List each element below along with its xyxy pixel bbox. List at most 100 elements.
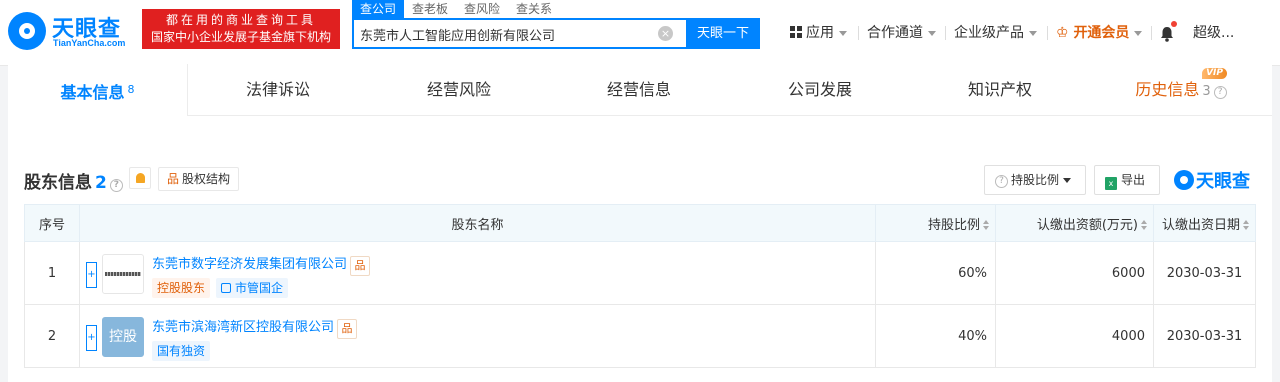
tab-history[interactable]: 历史信息 3? VIP <box>1091 64 1271 116</box>
tab-development[interactable]: 公司发展 <box>730 64 910 116</box>
col-amount-label: 认缴出资额(万元) <box>1036 217 1138 233</box>
org-chart-icon[interactable]: 品 <box>350 256 371 276</box>
nav-vip[interactable]: ♔ 开通会员 <box>1056 22 1143 44</box>
tab-history-count: 3 <box>1202 84 1211 99</box>
logo-eye-icon <box>1174 170 1194 190</box>
col-date[interactable]: 认缴出资日期 <box>1153 204 1256 242</box>
col-ratio[interactable]: 持股比例 <box>875 204 996 242</box>
help-icon[interactable]: ? <box>109 179 123 192</box>
promo-banner[interactable]: 都在用的商业查询工具 国家中小企业发展子基金旗下机构 <box>142 9 340 49</box>
equity-structure-label: 股权结构 <box>182 172 231 186</box>
tab-operations[interactable]: 经营信息 <box>549 64 729 116</box>
ratio-filter-dropdown[interactable]: ? 持股比例 <box>984 165 1086 195</box>
top-header: 天眼查 TianYanCha.com 都在用的商业查询工具 国家中小企业发展子基… <box>0 0 1280 66</box>
expand-button[interactable]: + <box>86 262 97 288</box>
shareholder-name[interactable]: 东莞市数字经济发展集团有限公司品 <box>152 253 371 276</box>
tag-state-owned: 市管国企 <box>216 278 289 298</box>
tab-search-company[interactable]: 查公司 <box>352 0 405 18</box>
tab-basic-info-count: 8 <box>127 83 135 96</box>
tab-ip[interactable]: 知识产权 <box>910 64 1090 116</box>
shareholder-link[interactable]: 东莞市滨海湾新区控股有限公司 <box>152 320 334 335</box>
nav-channel[interactable]: 合作通道 <box>867 22 936 44</box>
chevron-down-icon <box>1134 30 1143 36</box>
shareholder-name[interactable]: 东莞市滨海湾新区控股有限公司品 <box>152 316 358 339</box>
chevron-down-icon <box>1029 30 1037 36</box>
tab-search-relation[interactable]: 查关系 <box>508 0 560 18</box>
apps-grid-icon <box>790 26 802 38</box>
chevron-down-icon <box>1063 178 1072 183</box>
ratio-filter-label: 持股比例 <box>1011 173 1060 187</box>
tab-history-label: 历史信息 <box>1135 80 1200 99</box>
nav-vip-label: 开通会员 <box>1073 25 1130 41</box>
org-chart-icon: 品 <box>167 172 180 186</box>
tab-basic-info[interactable]: 基本信息 8 <box>8 64 188 116</box>
section-count: 2 <box>95 173 107 193</box>
col-index: 序号 <box>24 204 80 242</box>
chevron-down-icon <box>839 30 847 36</box>
sort-icon <box>1243 220 1249 230</box>
ratio-cell: 40% <box>875 304 996 368</box>
tag-state-owned-label: 市管国企 <box>235 281 284 295</box>
sort-icon <box>1141 220 1147 230</box>
user-menu[interactable]: 超级... <box>1193 22 1234 44</box>
help-icon[interactable]: ? <box>1213 86 1227 99</box>
date-cell: 2030-03-31 <box>1153 241 1256 305</box>
search-box: × 天眼一下 <box>352 18 760 49</box>
nav-enterprise-label: 企业级产品 <box>954 25 1024 41</box>
site-logo[interactable]: 天眼查 TianYanCha.com <box>8 10 136 52</box>
equity-structure-button[interactable]: 品股权结构 <box>158 167 239 191</box>
nav-divider <box>1047 26 1048 40</box>
excel-icon: x <box>1105 177 1117 190</box>
col-ratio-label: 持股比例 <box>927 217 980 233</box>
bell-icon <box>135 173 145 183</box>
monitor-bell-button[interactable] <box>129 167 151 189</box>
detail-tabs: 基本信息 8 法律诉讼 经营风险 经营信息 公司发展 知识产权 历史信息 3? VIP <box>8 64 1272 116</box>
org-chart-icon[interactable]: 品 <box>337 319 358 339</box>
table-header-row: 序号 股东名称 持股比例 认缴出资额(万元) 认缴出资日期 <box>24 204 1256 242</box>
nav-enterprise[interactable]: 企业级产品 <box>954 22 1037 44</box>
logo-eye-icon <box>8 12 46 50</box>
search-input[interactable] <box>360 24 660 44</box>
tag-list: 控股股东 市管国企 <box>152 278 294 298</box>
export-button[interactable]: x 导出 <box>1094 165 1160 195</box>
section-title-text: 股东信息 <box>24 173 92 193</box>
search-button[interactable]: 天眼一下 <box>686 18 760 49</box>
expand-button[interactable]: + <box>86 325 97 351</box>
row-index: 2 <box>24 304 80 368</box>
building-icon <box>221 283 232 293</box>
bell-icon[interactable] <box>1160 21 1177 42</box>
amount-cell: 4000 <box>995 304 1154 368</box>
shareholder-table: 序号 股东名称 持股比例 认缴出资额(万元) 认缴出资日期 1 + 东莞市数字经… <box>24 204 1256 368</box>
brand-watermark: 天眼查 <box>1174 167 1250 193</box>
row-index: 1 <box>24 241 80 305</box>
crown-icon: ♔ <box>1056 25 1069 41</box>
shareholder-link[interactable]: 东莞市数字经济发展集团有限公司 <box>152 257 347 272</box>
export-label: 导出 <box>1121 173 1146 187</box>
notification-dot <box>1171 21 1177 27</box>
col-amount[interactable]: 认缴出资额(万元) <box>995 204 1154 242</box>
company-logo[interactable] <box>102 254 144 294</box>
tab-legal[interactable]: 法律诉讼 <box>188 64 368 116</box>
section-title: 股东信息 2? <box>24 168 123 193</box>
table-row: 1 + 东莞市数字经济发展集团有限公司品 控股股东 市管国企 60% 6000 2… <box>24 241 1256 305</box>
tag-list: 国有独资 <box>152 341 216 361</box>
table-row: 2 + 控股 东莞市滨海湾新区控股有限公司品 国有独资 40% 4000 203… <box>24 304 1256 368</box>
nav-apps[interactable]: 应用 <box>790 22 847 44</box>
tag-controlling-shareholder: 控股股东 <box>152 278 211 298</box>
tab-search-boss[interactable]: 查老板 <box>404 0 456 18</box>
nav-divider <box>858 26 859 40</box>
ratio-cell: 60% <box>875 241 996 305</box>
nav-divider <box>945 26 946 40</box>
company-detail-panel: 基本信息 8 法律诉讼 经营风险 经营信息 公司发展 知识产权 历史信息 3? VIP… <box>8 64 1272 382</box>
company-logo[interactable]: 控股 <box>102 317 144 357</box>
date-cell: 2030-03-31 <box>1153 304 1256 368</box>
clear-icon[interactable]: × <box>658 26 673 41</box>
tab-search-risk[interactable]: 查风险 <box>456 0 508 18</box>
shareholder-cell: + 东莞市数字经济发展集团有限公司品 控股股东 市管国企 <box>79 241 876 305</box>
nav-channel-label: 合作通道 <box>867 25 923 41</box>
tab-basic-info-label: 基本信息 <box>60 83 125 102</box>
tab-risk[interactable]: 经营风险 <box>369 64 549 116</box>
sort-icon <box>983 220 989 230</box>
col-name: 股东名称 <box>79 204 876 242</box>
vip-badge: VIP <box>1202 68 1227 79</box>
